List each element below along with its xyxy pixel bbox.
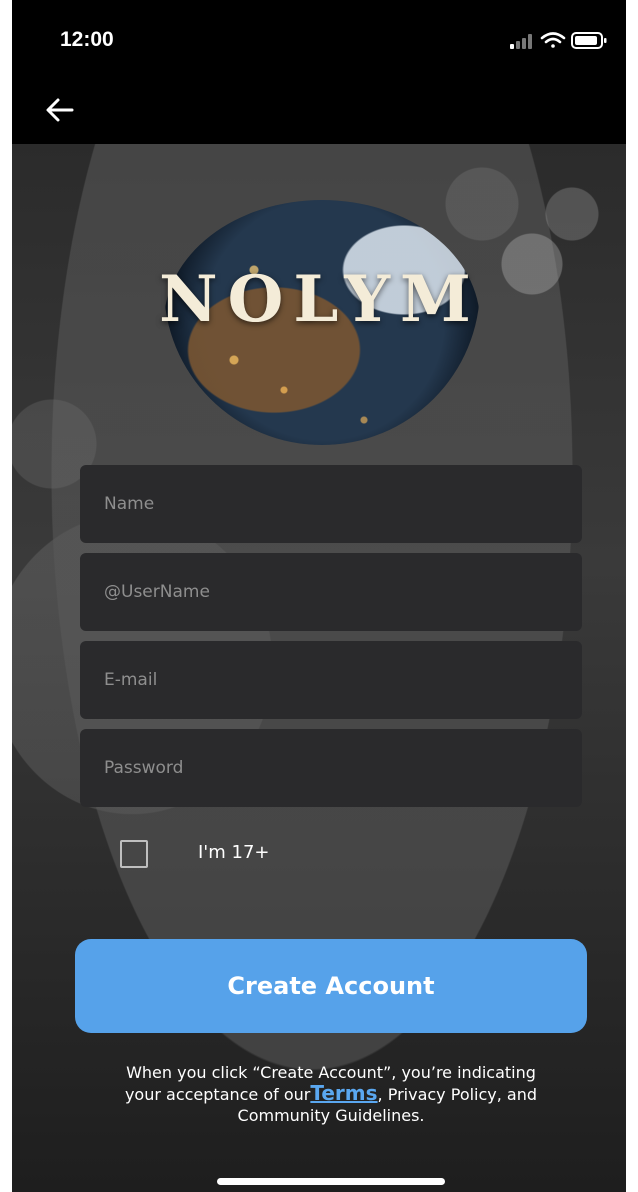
age-confirmation: I'm 17+ (120, 838, 320, 870)
email-placeholder: E-mail (104, 670, 158, 690)
username-field[interactable]: @UserName (80, 553, 582, 631)
email-field[interactable]: E-mail (80, 641, 582, 719)
terms-link[interactable]: Terms (310, 1081, 377, 1105)
wifi-icon (540, 32, 566, 48)
terms-disclaimer: When you click “Create Account”, you’re … (70, 1062, 592, 1126)
back-arrow-icon[interactable] (42, 92, 78, 128)
name-placeholder: Name (104, 494, 155, 514)
password-field[interactable]: Password (80, 729, 582, 807)
age-checkbox[interactable] (120, 840, 148, 868)
name-field[interactable]: Name (80, 465, 582, 543)
age-label: I'm 17+ (198, 842, 270, 863)
app-logo: NOLYM (150, 200, 490, 450)
username-placeholder: @UserName (104, 582, 210, 602)
status-icons (510, 32, 607, 49)
disclaimer-suffix: , Privacy Policy, and (377, 1085, 538, 1104)
password-placeholder: Password (104, 758, 184, 778)
disclaimer-line-2: your acceptance of ourTerms, Privacy Pol… (70, 1083, 592, 1105)
disclaimer-line-3: Community Guidelines. (237, 1106, 425, 1125)
disclaimer-prefix: your acceptance of our (124, 1085, 311, 1104)
nav-bar (12, 80, 626, 144)
status-bar: 12:00 (12, 0, 626, 80)
battery-icon (571, 32, 607, 49)
disclaimer-line-1: When you click “Create Account”, you’re … (126, 1063, 536, 1082)
create-account-button[interactable]: Create Account (75, 939, 587, 1033)
status-time: 12:00 (60, 28, 114, 51)
signal-icon (510, 34, 532, 49)
home-indicator[interactable] (217, 1178, 445, 1185)
logo-text: NOLYM (159, 262, 481, 337)
